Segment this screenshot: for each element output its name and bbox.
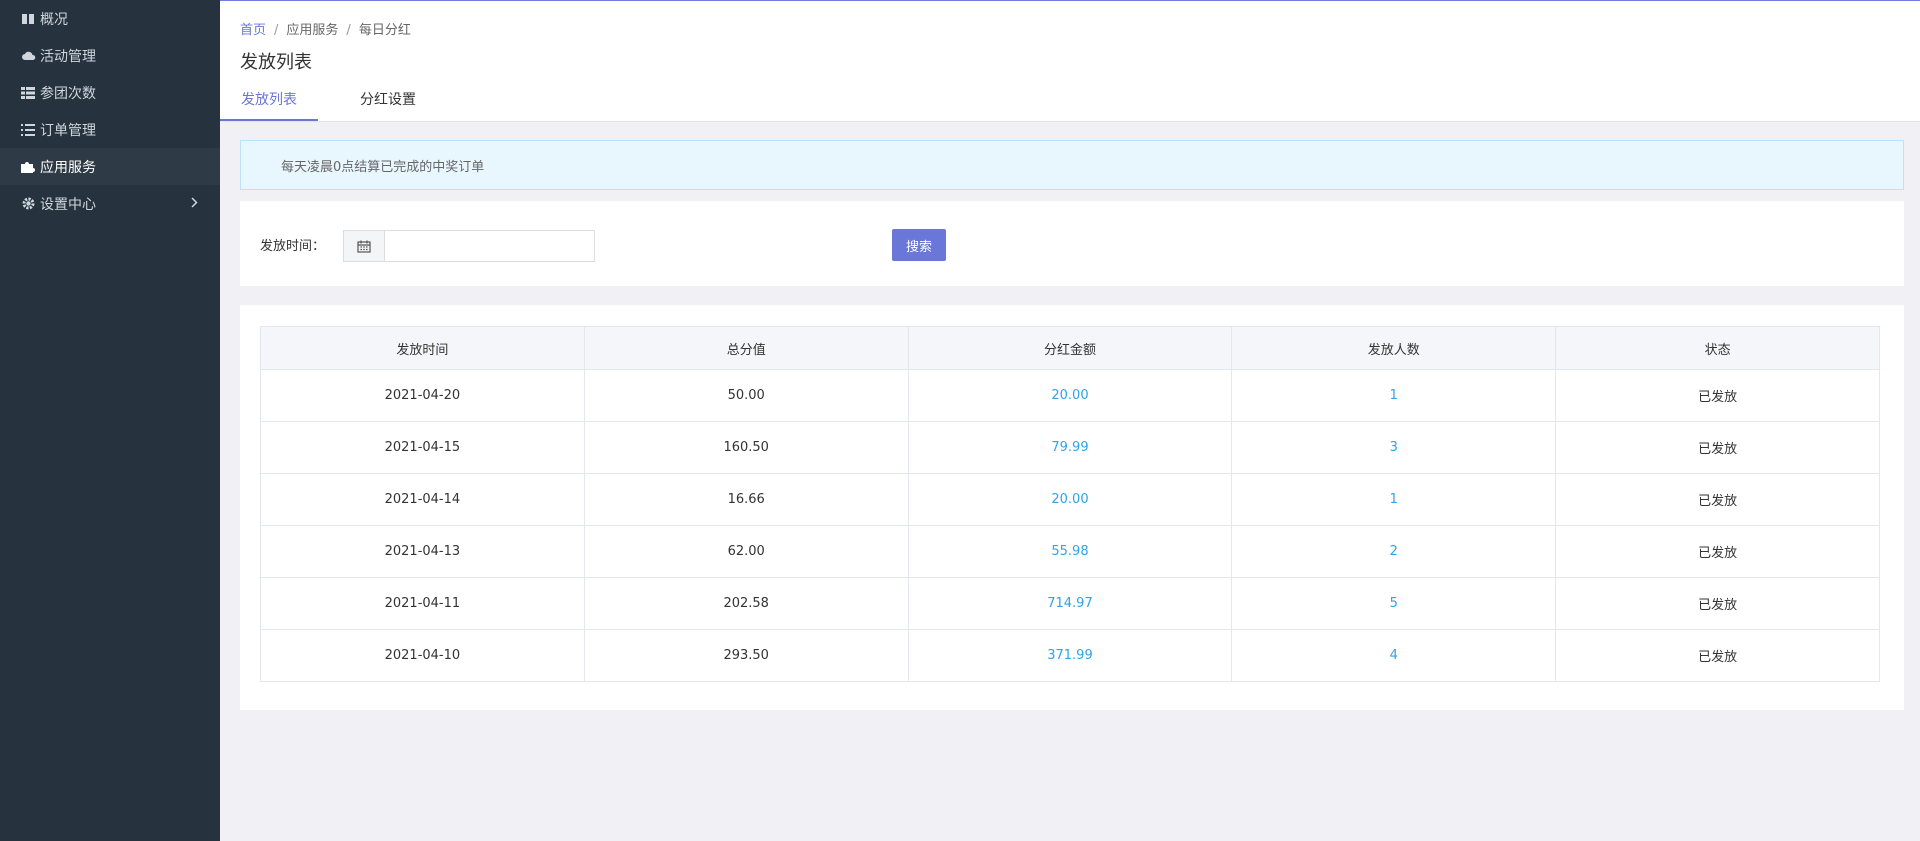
cell-total-score: 16.66 [583, 473, 909, 526]
cell-recipient-count-link[interactable]: 3 [1231, 421, 1557, 474]
cell-recipient-count-link[interactable]: 5 [1231, 577, 1557, 630]
cell-date: 2021-04-20 [260, 369, 585, 422]
page-title: 发放列表 [240, 52, 312, 73]
cell-total-score: 293.50 [583, 629, 909, 682]
sidebar-item-label: 概况 [40, 11, 68, 28]
sidebar-item-group-count[interactable]: 参团次数 [0, 74, 220, 111]
alert-text: 每天凌晨0点结算已完成的中奖订单 [281, 159, 485, 175]
sidebar-item-label: 订单管理 [40, 122, 96, 139]
cell-status: 已发放 [1555, 421, 1880, 474]
search-panel: 发放时间： 搜索 [240, 201, 1904, 286]
sidebar-item-label: 应用服务 [40, 159, 96, 176]
cell-total-score: 160.50 [583, 421, 909, 474]
cell-recipient-count-link[interactable]: 4 [1231, 629, 1557, 682]
info-alert: 每天凌晨0点结算已完成的中奖订单 [240, 140, 1904, 190]
column-header: 发放人数 [1231, 326, 1557, 370]
table-panel: 发放时间 总分值 分红金额 发放人数 状态 2021-04-20 50.00 2… [240, 305, 1904, 710]
cell-status: 已发放 [1555, 369, 1880, 422]
cell-total-score: 62.00 [583, 525, 909, 578]
table-header-row: 发放时间 总分值 分红金额 发放人数 状态 [260, 326, 1880, 370]
cell-date: 2021-04-13 [260, 525, 585, 578]
cell-date: 2021-04-15 [260, 421, 585, 474]
cell-dividend-amount-link[interactable]: 20.00 [907, 473, 1233, 526]
cell-recipient-count-link[interactable]: 1 [1231, 473, 1557, 526]
sidebar-item-app-services[interactable]: 应用服务 [0, 148, 220, 185]
cell-dividend-amount-link[interactable]: 20.00 [907, 369, 1233, 422]
table-row: 2021-04-14 16.66 20.00 1 已发放 [260, 473, 1880, 526]
cell-recipient-count-link[interactable]: 2 [1231, 525, 1557, 578]
table-row: 2021-04-13 62.00 55.98 2 已发放 [260, 525, 1880, 578]
date-label: 发放时间： [260, 239, 326, 254]
column-header: 总分值 [583, 326, 909, 370]
tab-dividend-settings[interactable]: 分红设置 [338, 89, 438, 121]
cell-status: 已发放 [1555, 629, 1880, 682]
date-picker[interactable] [343, 230, 595, 262]
cloud-icon [20, 49, 36, 63]
cell-dividend-amount-link[interactable]: 55.98 [907, 525, 1233, 578]
cell-status: 已发放 [1555, 473, 1880, 526]
date-input[interactable] [385, 231, 594, 261]
calendar-icon[interactable] [344, 231, 385, 261]
cell-date: 2021-04-11 [260, 577, 585, 630]
puzzle-icon [20, 160, 36, 174]
table-row: 2021-04-11 202.58 714.97 5 已发放 [260, 577, 1880, 630]
breadcrumb-current: 每日分红 [358, 23, 411, 38]
breadcrumb-separator: / [274, 23, 279, 38]
cell-status: 已发放 [1555, 577, 1880, 630]
cell-recipient-count-link[interactable]: 1 [1231, 369, 1557, 422]
page-header: 首页 / 应用服务 / 每日分红 发放列表 发放列表 分红设置 [220, 1, 1920, 122]
breadcrumb-home-link[interactable]: 首页 [240, 23, 266, 38]
sidebar-item-settings[interactable]: 设置中心 [0, 185, 220, 222]
table-row: 2021-04-10 293.50 371.99 4 已发放 [260, 629, 1880, 682]
sidebar-item-activity[interactable]: 活动管理 [0, 37, 220, 74]
sidebar-item-label: 设置中心 [40, 196, 96, 213]
column-header: 状态 [1555, 326, 1880, 370]
cell-status: 已发放 [1555, 525, 1880, 578]
cell-date: 2021-04-10 [260, 629, 585, 682]
th-list-icon [20, 86, 36, 100]
cell-date: 2021-04-14 [260, 473, 585, 526]
cell-dividend-amount-link[interactable]: 714.97 [907, 577, 1233, 630]
search-button[interactable]: 搜索 [892, 229, 946, 261]
distribution-table: 发放时间 总分值 分红金额 发放人数 状态 2021-04-20 50.00 2… [260, 326, 1880, 682]
sidebar-item-orders[interactable]: 订单管理 [0, 111, 220, 148]
cell-dividend-amount-link[interactable]: 371.99 [907, 629, 1233, 682]
book-icon [20, 12, 36, 26]
column-header: 分红金额 [907, 326, 1233, 370]
gear-icon [20, 197, 36, 211]
breadcrumb: 首页 / 应用服务 / 每日分红 [240, 19, 411, 38]
column-header: 发放时间 [260, 326, 585, 370]
sidebar-item-label: 活动管理 [40, 48, 96, 65]
sidebar: 概况 活动管理 参团次数 订单管理 应用服务 设置中心 [0, 0, 220, 841]
main-content: 首页 / 应用服务 / 每日分红 发放列表 发放列表 分红设置 每天凌晨0点结算已完成的… [220, 0, 1920, 841]
breadcrumb-app-services[interactable]: 应用服务 [286, 23, 338, 38]
chevron-right-icon [191, 196, 198, 212]
sidebar-item-label: 参团次数 [40, 85, 96, 102]
list-icon [20, 123, 36, 137]
cell-total-score: 50.00 [583, 369, 909, 422]
cell-dividend-amount-link[interactable]: 79.99 [907, 421, 1233, 474]
table-row: 2021-04-20 50.00 20.00 1 已发放 [260, 369, 1880, 422]
table-row: 2021-04-15 160.50 79.99 3 已发放 [260, 421, 1880, 474]
cell-total-score: 202.58 [583, 577, 909, 630]
breadcrumb-separator: / [346, 23, 351, 38]
tab-distribution-list[interactable]: 发放列表 [220, 89, 318, 121]
sidebar-item-overview[interactable]: 概况 [0, 0, 220, 37]
